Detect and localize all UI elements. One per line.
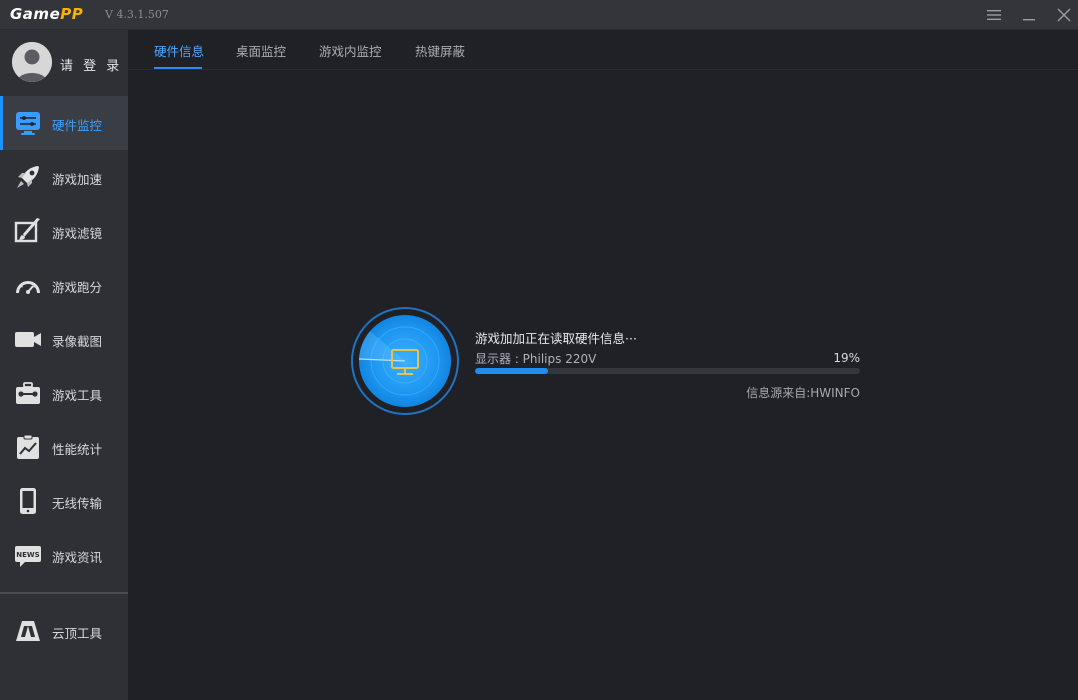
sidebar-item-game-filter[interactable]: 游戏滤镜 (0, 204, 128, 258)
sidebar: 请 登 录 硬件监控 游戏加速 游戏滤镜 游戏跑分 录像截图 游戏工具 性能统计… (0, 30, 128, 700)
sidebar-item-record-screenshot[interactable]: 录像截图 (0, 312, 128, 366)
progress-bar (475, 368, 860, 374)
menu-button[interactable] (983, 4, 1005, 26)
sidebar-divider (0, 592, 128, 594)
title-bar: GamePP V 4.3.1.507 (0, 0, 1078, 30)
app-version: V 4.3.1.507 (105, 8, 169, 21)
sidebar-item-game-tools[interactable]: 游戏工具 (0, 366, 128, 420)
filter-brush-icon (14, 218, 40, 243)
scanning-radar-icon (351, 307, 459, 415)
current-device-text: 显示器 : Philips 220V (475, 352, 597, 366)
login-label[interactable]: 请 登 录 (60, 55, 122, 74)
info-source-text: 信息源来自:HWINFO (746, 386, 860, 400)
close-icon (1057, 8, 1071, 22)
progress-fill (475, 368, 549, 374)
menu-icon (987, 10, 1001, 20)
sidebar-item-label: 无线传输 (52, 496, 103, 511)
sidebar-item-game-benchmark[interactable]: 游戏跑分 (0, 258, 128, 312)
video-camera-icon (15, 332, 41, 347)
phone-icon (20, 488, 36, 514)
active-tab-indicator (154, 67, 202, 69)
loading-status-text: 游戏加加正在读取硬件信息··· (475, 331, 637, 346)
chart-clipboard-icon (17, 434, 39, 459)
sidebar-item-game-news[interactable]: NEWS 游戏资讯 (0, 528, 128, 582)
sidebar-item-label: 云顶工具 (52, 626, 103, 641)
sidebar-item-label: 性能统计 (52, 442, 103, 457)
main-panel: 硬件信息 桌面监控 游戏内监控 热键屏蔽 游戏加加正在读取硬件信息··· 显示器… (128, 30, 1078, 700)
tab-in-game-monitor[interactable]: 游戏内监控 (319, 41, 382, 60)
speedometer-icon (16, 281, 40, 294)
close-button[interactable] (1053, 4, 1075, 26)
tab-desktop-monitor[interactable]: 桌面监控 (236, 41, 286, 60)
sidebar-item-hardware-monitor[interactable]: 硬件监控 (0, 96, 128, 150)
sidebar-item-wireless-transfer[interactable]: 无线传输 (0, 474, 128, 528)
sidebar-item-label: 游戏资讯 (52, 550, 103, 565)
sidebar-item-performance-stats[interactable]: 性能统计 (0, 420, 128, 474)
news-icon: NEWS (15, 546, 41, 567)
toolbox-icon (16, 382, 40, 404)
avatar[interactable] (12, 42, 52, 82)
rocket-icon (17, 166, 39, 188)
tab-bar: 硬件信息 桌面监控 游戏内监控 热键屏蔽 (128, 30, 1078, 70)
sidebar-item-label: 硬件监控 (52, 118, 103, 133)
sidebar-item-label: 游戏加速 (52, 172, 103, 187)
tab-hardware-info[interactable]: 硬件信息 (154, 41, 204, 60)
progress-percent: 19% (833, 351, 860, 365)
login-area[interactable]: 请 登 录 (0, 30, 128, 96)
sidebar-item-label: 游戏跑分 (52, 280, 103, 295)
hardware-monitor-icon (16, 112, 40, 135)
svg-text:NEWS: NEWS (16, 551, 39, 559)
sidebar-item-cloud-top-tools[interactable]: 云顶工具 (0, 604, 128, 658)
user-avatar-icon (12, 42, 52, 82)
cloud-top-icon (16, 621, 40, 641)
sidebar-item-label: 游戏滤镜 (52, 226, 103, 241)
sidebar-item-label: 录像截图 (52, 334, 103, 349)
minimize-icon (1023, 19, 1035, 21)
tab-hotkey-block[interactable]: 热键屏蔽 (415, 41, 465, 60)
app-logo: GamePP (10, 5, 84, 23)
minimize-button[interactable] (1018, 4, 1040, 26)
sidebar-item-game-boost[interactable]: 游戏加速 (0, 150, 128, 204)
sidebar-item-label: 游戏工具 (52, 388, 103, 403)
